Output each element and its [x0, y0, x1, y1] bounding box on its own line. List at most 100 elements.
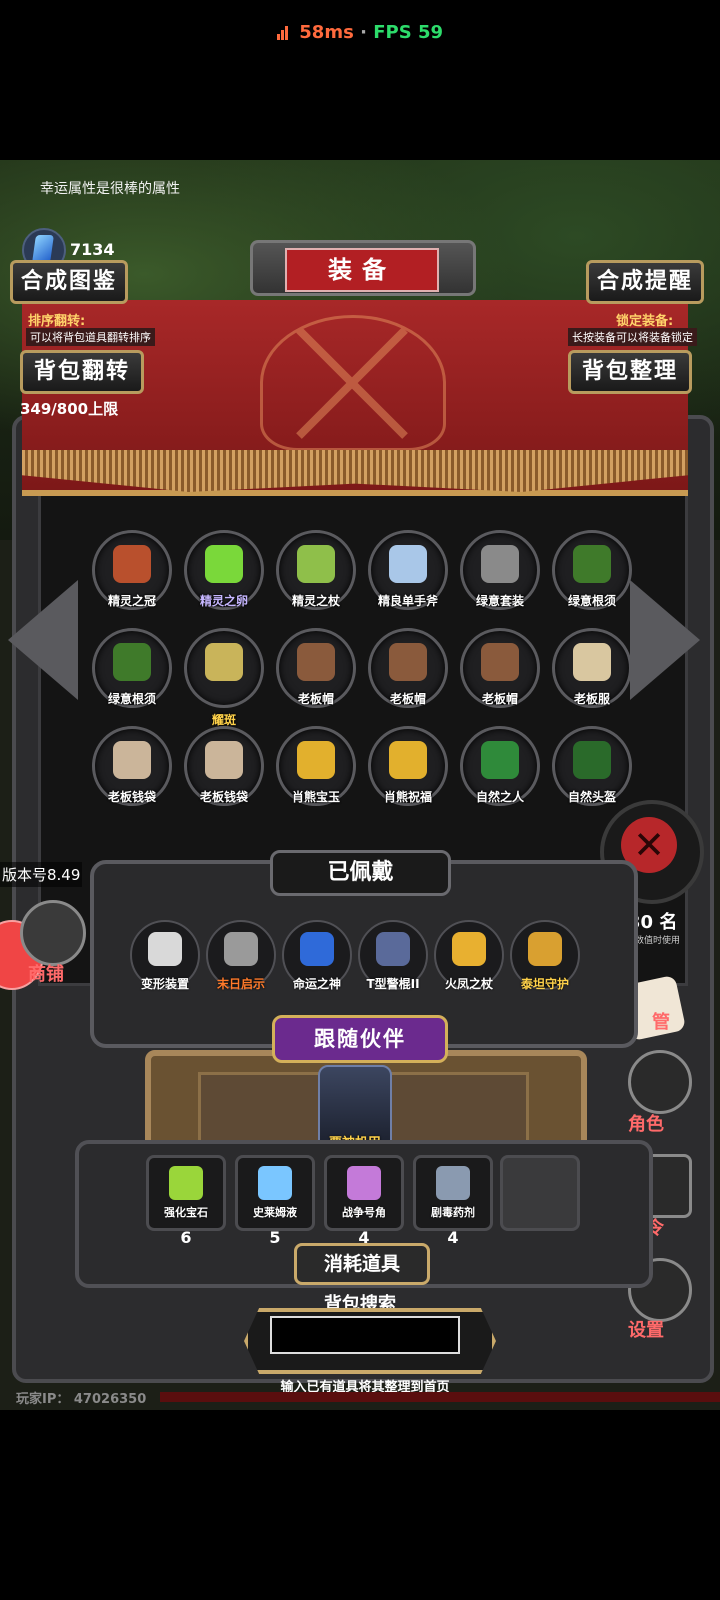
empty-consumable-slot[interactable] — [500, 1155, 580, 1231]
ping-text: 58ms — [299, 22, 354, 43]
inventory-item[interactable]: 精灵之杖 — [276, 530, 356, 610]
role-icon[interactable] — [628, 1050, 692, 1114]
manage-label[interactable]: 管 — [652, 1008, 670, 1034]
inventory-item[interactable]: 老板帽 — [276, 628, 356, 708]
item-name: 老板钱袋 — [107, 790, 156, 804]
consumable-icon — [347, 1166, 381, 1200]
bag-sort-button[interactable]: 背包整理 — [568, 350, 692, 394]
item-name: 精灵之冠 — [107, 594, 156, 608]
inventory-item[interactable]: 精良单手斧 — [368, 530, 448, 610]
inventory-item[interactable]: 老板钱袋 — [184, 726, 264, 806]
consumable-name: 剧毒药剂 — [431, 1206, 475, 1219]
lock-label: 锁定装备: — [616, 314, 674, 329]
item-name: 老板帽 — [389, 692, 426, 706]
synthesis-codex-button[interactable]: 合成图鉴 — [10, 260, 128, 304]
next-page-arrow-icon[interactable] — [630, 580, 700, 700]
inventory-item[interactable]: 肖熊宝玉 — [276, 726, 356, 806]
item-name: 绿意根须 — [567, 594, 616, 608]
consumable-item[interactable]: 强化宝石 6 — [146, 1155, 226, 1247]
item-icon — [573, 545, 611, 583]
item-name: 老板帽 — [297, 692, 334, 706]
inventory-item[interactable]: 自然之人 — [460, 726, 540, 806]
perf-overlay: 58ms · FPS 59 — [0, 22, 720, 45]
item-icon — [205, 643, 243, 681]
item-name: 肖熊宝玉 — [291, 790, 340, 804]
item-icon — [481, 545, 519, 583]
shop-label[interactable]: 商铺 — [28, 960, 64, 986]
item-icon — [297, 545, 335, 583]
item-icon — [573, 741, 611, 779]
inventory-item[interactable]: 老板服 — [552, 628, 632, 708]
inventory-item[interactable]: 老板钱袋 — [92, 726, 172, 806]
equipped-item-icon — [376, 932, 410, 966]
inventory-item[interactable]: 自然头盔 — [552, 726, 632, 806]
equipped-item-icon — [300, 932, 334, 966]
crossed-swords-emblem-icon — [260, 315, 446, 451]
item-name: 绿意根须 — [107, 692, 156, 706]
inventory-item[interactable]: 精灵之冠 — [92, 530, 172, 610]
equipped-item[interactable]: 命运之神 — [282, 920, 352, 991]
bag-search-input[interactable] — [270, 1316, 460, 1354]
item-name: 肖熊祝福 — [383, 790, 432, 804]
sort-label: 排序翻转: — [28, 314, 86, 329]
inventory-item[interactable]: 老板帽 — [460, 628, 540, 708]
item-icon — [389, 545, 427, 583]
consumable-icon — [436, 1166, 470, 1200]
player-ip: 玩家IP： 47026350 — [16, 1392, 147, 1407]
consumable-icon — [258, 1166, 292, 1200]
inventory-item[interactable]: 耀斑 — [184, 628, 264, 727]
footer-bar — [160, 1392, 720, 1402]
companion-title: 跟随伙伴 — [272, 1015, 448, 1063]
consumable-qty: 6 — [180, 1228, 192, 1247]
equipped-item-name: 泰坦守护 — [520, 977, 569, 991]
consumable-icon — [169, 1166, 203, 1200]
role-label[interactable]: 角色 — [628, 1110, 664, 1136]
item-icon — [205, 545, 243, 583]
game-viewport: 幸运属性是很棒的属性 7134 装备 合成图鉴 合成提醒 排序翻转: 可以将背包… — [0, 160, 720, 1410]
consumable-item[interactable]: 战争号角 4 — [324, 1155, 404, 1247]
item-name: 精灵之卵 — [199, 594, 248, 608]
equipped-item-icon — [452, 932, 486, 966]
inventory-item[interactable]: 肖熊祝福 — [368, 726, 448, 806]
shop-icon[interactable] — [20, 900, 86, 966]
item-icon — [573, 643, 611, 681]
consumable-item[interactable]: 剧毒药剂 4 — [413, 1155, 493, 1247]
equipped-item-icon — [148, 932, 182, 966]
equipped-item[interactable]: 变形装置 — [130, 920, 200, 991]
synthesis-reminder-button[interactable]: 合成提醒 — [586, 260, 704, 304]
gold-count: 7134 — [70, 240, 115, 259]
item-icon — [205, 741, 243, 779]
item-name: 绿意套装 — [475, 594, 524, 608]
consumable-name: 战争号角 — [342, 1206, 386, 1219]
equipped-item[interactable]: 末日启示 — [206, 920, 276, 991]
equipped-item[interactable]: T型警棍II — [358, 920, 428, 991]
inventory-item[interactable]: 精灵之卵 — [184, 530, 264, 610]
equipped-item[interactable]: 泰坦守护 — [510, 920, 580, 991]
prev-page-arrow-icon[interactable] — [8, 580, 78, 700]
bag-flip-button[interactable]: 背包翻转 — [20, 350, 144, 394]
item-icon — [389, 643, 427, 681]
inventory-item[interactable]: 绿意根须 — [552, 530, 632, 610]
equipped-item[interactable]: 火凤之杖 — [434, 920, 504, 991]
inventory-item[interactable]: 绿意根须 — [92, 628, 172, 708]
item-icon — [113, 741, 151, 779]
capacity-text: 349/800上限 — [20, 400, 119, 418]
item-icon — [297, 741, 335, 779]
consumables-title: 消耗道具 — [294, 1243, 430, 1285]
inventory-item[interactable]: 绿意套装 — [460, 530, 540, 610]
lock-desc: 长按装备可以将装备锁定 — [568, 328, 697, 346]
settings-label[interactable]: 设置 — [628, 1316, 664, 1342]
sort-desc: 可以将背包道具翻转排序 — [26, 328, 155, 346]
item-name: 自然之人 — [475, 790, 524, 804]
consumable-name: 强化宝石 — [164, 1206, 208, 1219]
fps-text: FPS 59 — [373, 22, 443, 43]
inventory-item[interactable]: 老板帽 — [368, 628, 448, 708]
item-name: 自然头盔 — [567, 790, 616, 804]
equipped-title: 已佩戴 — [270, 850, 451, 896]
item-icon — [481, 741, 519, 779]
item-icon — [297, 643, 335, 681]
consumable-item[interactable]: 史莱姆液 5 — [235, 1155, 315, 1247]
item-icon — [389, 741, 427, 779]
item-name: 老板帽 — [481, 692, 518, 706]
item-icon — [113, 643, 151, 681]
